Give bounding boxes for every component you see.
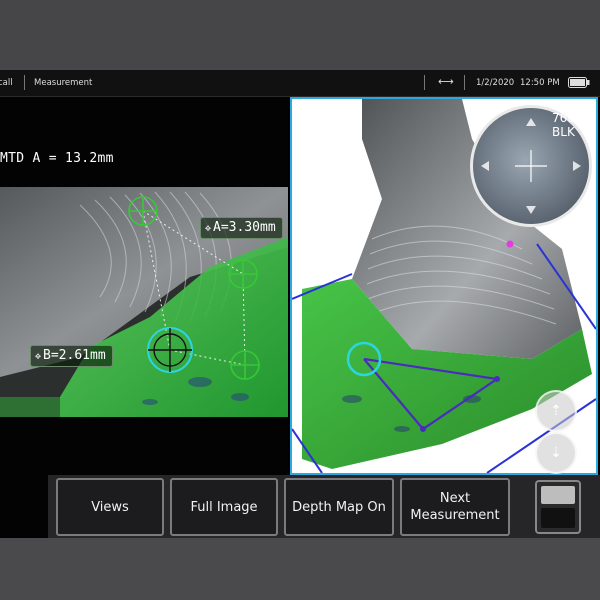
depth-map-button[interactable]: Depth Map On <box>284 478 394 536</box>
battery-icon <box>568 77 590 91</box>
next-measurement-button[interactable]: Next Measurement <box>400 478 510 536</box>
inspection-screen: call Measurement ⟷ 1/2/2020 12:50 PM MTD… <box>0 70 600 538</box>
toggle-view-bottom-icon <box>541 508 575 528</box>
magnifier-mode-label: BLK <box>552 125 575 139</box>
device-bezel-top <box>0 0 600 70</box>
measurement-b-value: B=2.61mm <box>43 348 106 363</box>
device-bezel-bottom <box>0 538 600 600</box>
next-measurement-line1: Next <box>439 491 471 506</box>
status-time: 12:50 PM <box>520 78 560 88</box>
measurement-tag-b[interactable]: ✥ B=2.61mm <box>30 345 113 367</box>
full-image-button[interactable]: Full Image <box>170 478 278 536</box>
views-button[interactable]: Views <box>56 478 164 536</box>
magnifier-readout: 768 BLK <box>552 111 575 139</box>
split-arrows-icon[interactable]: ⟷ <box>438 75 454 88</box>
measurement-tag-a[interactable]: ✥ A=3.30mm <box>200 217 283 239</box>
status-bar: call Measurement ⟷ 1/2/2020 12:50 PM <box>0 70 600 97</box>
measurement-a-value: A=3.30mm <box>213 220 276 235</box>
toggle-view-top-icon <box>541 486 575 504</box>
status-date: 1/2/2020 <box>476 78 515 88</box>
rotate-down-icon: ⇣ <box>550 445 562 461</box>
move-arrows-icon: ✥ <box>205 223 212 234</box>
status-divider <box>424 75 425 90</box>
breadcrumb-current[interactable]: Measurement <box>34 78 92 88</box>
status-divider <box>464 75 465 90</box>
rotate-down-button[interactable]: ⇣ <box>535 432 577 474</box>
image-view-2d[interactable]: MTD A = 13.2mm ✥ A=3.30mm ✥ B=2.61mm <box>0 97 288 538</box>
magnifier-zoom-value: 768 <box>552 111 575 125</box>
rotate-up-icon: ⇡ <box>550 403 562 419</box>
breadcrumb-divider <box>24 75 25 90</box>
breadcrumb-previous[interactable]: call <box>0 78 13 88</box>
rotate-up-button[interactable]: ⇡ <box>535 390 577 432</box>
next-measurement-line2: Measurement <box>410 508 500 523</box>
toggle-view-button[interactable] <box>535 480 581 534</box>
mtd-readout: MTD A = 13.2mm <box>0 151 114 166</box>
move-arrows-icon: ✥ <box>35 351 42 362</box>
